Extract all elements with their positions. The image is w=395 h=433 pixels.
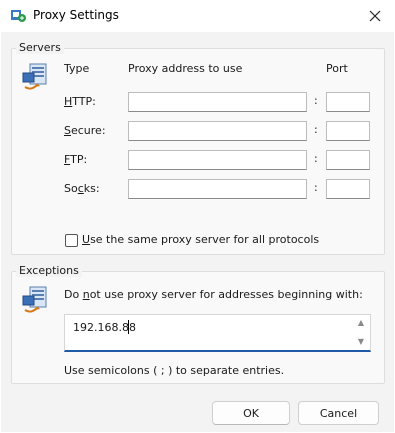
ftp-colon: :	[314, 152, 318, 165]
address-column-header: Proxy address to use	[128, 62, 243, 75]
exceptions-description: Do not use proxy server for addresses be…	[64, 288, 363, 301]
secure-port-input[interactable]	[326, 121, 370, 141]
exceptions-value: 192.168.88	[73, 321, 136, 334]
http-address-input[interactable]	[128, 92, 307, 112]
secure-address-input[interactable]	[128, 121, 307, 141]
proxy-settings-icon	[11, 10, 26, 22]
ftp-address-input[interactable]	[128, 150, 307, 170]
servers-group-label: Servers	[16, 41, 64, 54]
type-column-header: Type	[64, 62, 90, 75]
same-proxy-label[interactable]: Use the same proxy server for all protoc…	[82, 233, 319, 246]
exceptions-group: Exceptions Do not use proxy server for a…	[11, 264, 385, 384]
network-exceptions-icon	[22, 286, 47, 313]
secure-label: Secure:	[64, 124, 106, 137]
exceptions-group-label: Exceptions	[16, 264, 82, 277]
network-servers-icon	[22, 63, 47, 90]
port-column-header: Port	[326, 62, 348, 75]
dialog-body: Servers Type Proxy address to use Port H…	[1, 32, 394, 432]
socks-port-input[interactable]	[326, 179, 370, 199]
exceptions-hint: Use semicolons ( ; ) to separate entries…	[64, 364, 285, 377]
close-icon	[369, 10, 381, 22]
socks-address-input[interactable]	[128, 179, 307, 199]
cancel-button[interactable]: Cancel	[298, 401, 379, 425]
ftp-port-input[interactable]	[326, 150, 370, 170]
scroll-up-arrow-icon[interactable]: ▲	[356, 318, 366, 328]
ok-button[interactable]: OK	[212, 401, 290, 425]
http-colon: :	[314, 94, 318, 107]
secure-colon: :	[314, 123, 318, 136]
scroll-down-arrow-icon[interactable]: ▼	[356, 337, 366, 347]
socks-colon: :	[314, 181, 318, 194]
title-bar: Proxy Settings	[0, 0, 395, 32]
servers-group: Servers Type Proxy address to use Port H…	[11, 41, 385, 255]
ftp-label: FTP:	[64, 153, 88, 166]
http-port-input[interactable]	[326, 92, 370, 112]
text-caret	[128, 320, 129, 334]
window-title: Proxy Settings	[33, 8, 119, 22]
socks-label: Socks:	[64, 182, 100, 195]
exceptions-textarea[interactable]: 192.168.88 ▲ ▼	[64, 314, 371, 352]
close-button[interactable]	[355, 0, 395, 32]
http-label: HTTP:	[64, 95, 96, 108]
same-proxy-checkbox[interactable]	[65, 234, 78, 247]
